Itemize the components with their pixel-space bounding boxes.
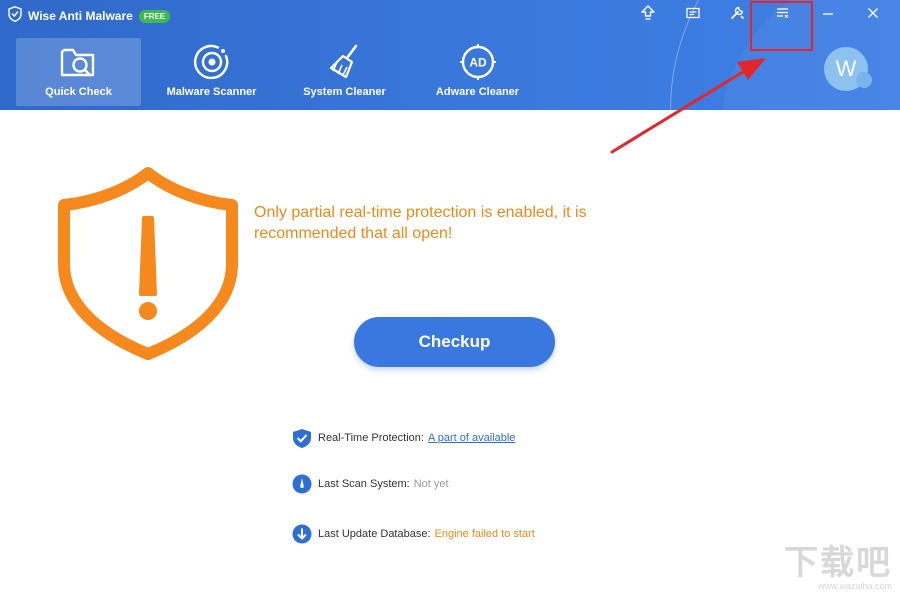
shield-check-icon bbox=[291, 427, 313, 449]
watermark: 下载吧 www.xiazaiba.com bbox=[784, 545, 892, 591]
close-icon bbox=[867, 6, 879, 24]
app-name: Wise Anti Malware bbox=[28, 9, 133, 23]
broom-icon bbox=[325, 44, 365, 80]
realtime-protection-link[interactable]: A part of available bbox=[428, 432, 515, 444]
nav-malware-scanner[interactable]: Malware Scanner bbox=[149, 38, 274, 106]
header-bar: Wise Anti Malware FREE Quick Check Malwa… bbox=[0, 0, 900, 110]
watermark-logo-text: 下载吧 bbox=[784, 544, 892, 582]
status-row-realtime: Real-Time Protection: A part of availabl… bbox=[291, 427, 515, 449]
upgrade-icon bbox=[641, 4, 655, 26]
status-label-last-update: Last Update Database: bbox=[318, 528, 431, 540]
app-logo-icon bbox=[8, 5, 22, 27]
last-scan-value: Not yet bbox=[413, 478, 449, 490]
watermark-url: www.xiazaiba.com bbox=[817, 581, 892, 591]
adware-icon-text: AD bbox=[469, 56, 487, 70]
status-row-last-update: Last Update Database: Engine failed to s… bbox=[291, 523, 535, 545]
protection-warning-text: Only partial real-time protection is ena… bbox=[254, 204, 587, 242]
minimize-icon bbox=[822, 6, 834, 24]
status-label-last-scan: Last Scan System: bbox=[318, 478, 410, 490]
adware-icon: AD bbox=[458, 44, 498, 80]
checkup-button[interactable]: Checkup bbox=[354, 317, 555, 367]
menu-highlight-box bbox=[750, 1, 813, 51]
nav-adware-cleaner[interactable]: AD Adware Cleaner bbox=[415, 38, 540, 106]
nav-label-malware-scanner: Malware Scanner bbox=[166, 86, 257, 98]
main-nav: Quick Check Malware Scanner System Clean… bbox=[16, 38, 548, 106]
nav-system-cleaner[interactable]: System Cleaner bbox=[282, 38, 407, 106]
nav-quick-check[interactable]: Quick Check bbox=[16, 38, 141, 106]
upgrade-button[interactable] bbox=[637, 4, 659, 26]
warning-shield-icon bbox=[56, 166, 240, 367]
last-update-value: Engine failed to start bbox=[434, 528, 535, 540]
status-label-realtime: Real-Time Protection: bbox=[318, 432, 424, 444]
free-badge: FREE bbox=[138, 9, 171, 23]
feedback-button[interactable] bbox=[682, 5, 704, 25]
nav-label-adware-cleaner: Adware Cleaner bbox=[435, 86, 520, 98]
quick-check-icon bbox=[59, 44, 99, 80]
tools-button[interactable] bbox=[726, 5, 748, 25]
download-arrow-icon bbox=[291, 523, 313, 545]
app-title-bar: Wise Anti Malware FREE bbox=[8, 5, 171, 27]
scan-dial-icon bbox=[291, 473, 313, 495]
close-button[interactable] bbox=[862, 5, 884, 25]
nav-label-system-cleaner: System Cleaner bbox=[303, 86, 386, 98]
tools-icon bbox=[730, 5, 745, 25]
status-row-last-scan: Last Scan System: Not yet bbox=[291, 473, 449, 495]
malware-scanner-icon bbox=[192, 44, 232, 80]
minimize-button[interactable] bbox=[817, 5, 839, 25]
feedback-icon bbox=[686, 6, 700, 24]
avatar-status-dot bbox=[856, 72, 872, 88]
nav-label-quick-check: Quick Check bbox=[45, 86, 112, 98]
